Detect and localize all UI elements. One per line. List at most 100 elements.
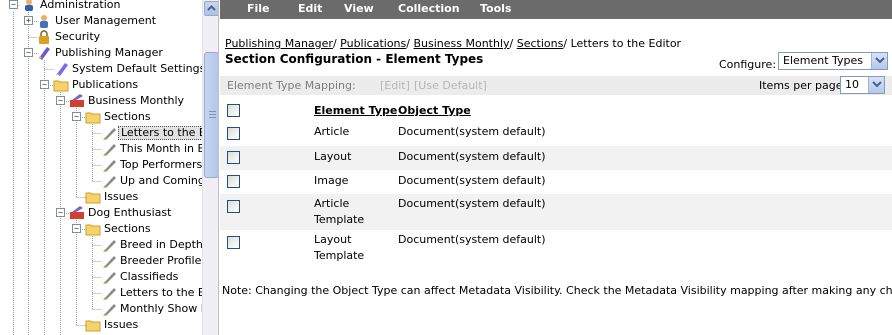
tree-node-up-and-coming[interactable]: Up and Coming xyxy=(0,173,202,189)
scroll-thumb[interactable] xyxy=(204,52,218,178)
breadcrumb-separator: / xyxy=(509,37,514,50)
object-type-cell[interactable]: Document(system default) xyxy=(398,173,546,189)
object-type-cell[interactable]: Document(system default) xyxy=(398,232,546,248)
tree-node-letters-to-the-editor[interactable]: Letters to the E xyxy=(0,125,202,141)
tree-node-label: Sections xyxy=(104,222,151,235)
user-icon xyxy=(40,15,48,28)
tree-node-label: Publications xyxy=(72,78,139,91)
tree-node-dog-enthusiast[interactable]: − Dog Enthusiast xyxy=(0,205,202,221)
row-checkbox[interactable] xyxy=(227,175,240,188)
scroll-up-button[interactable] xyxy=(204,1,218,16)
navigation-tree-panel: − Administration + User Management Secur… xyxy=(0,0,219,335)
table-row: Layout Template Document(system default) xyxy=(220,230,892,266)
object-type-cell[interactable]: Document(system default) xyxy=(398,196,546,212)
collapse-icon[interactable]: − xyxy=(24,48,33,57)
collapse-icon[interactable]: − xyxy=(9,0,18,9)
element-type-cell: Article xyxy=(314,197,350,210)
tree-node-label: Breed in Depth xyxy=(120,238,202,251)
items-per-page-dropdown[interactable]: 10 xyxy=(840,76,885,94)
expand-icon[interactable]: + xyxy=(24,16,33,25)
breadcrumb-publications[interactable]: Publications xyxy=(340,37,406,50)
row-checkbox[interactable] xyxy=(227,236,240,249)
tree-node-label: Top Performers xyxy=(120,158,202,171)
breadcrumb-separator: / xyxy=(332,37,337,50)
tree-node-sections[interactable]: − Sections xyxy=(0,221,202,237)
section-icon xyxy=(103,256,116,268)
tree-node-breeder-profile[interactable]: Breeder Profile xyxy=(0,253,202,269)
grip-line xyxy=(209,117,216,118)
collapse-icon[interactable]: − xyxy=(56,96,65,105)
menu-view[interactable]: View xyxy=(344,2,374,16)
chevron-down-icon xyxy=(875,57,885,64)
collapse-icon[interactable]: − xyxy=(72,224,81,233)
column-header-object-type[interactable]: Object Type xyxy=(398,104,471,117)
tree-node-publishing-manager[interactable]: − Publishing Manager xyxy=(0,45,202,61)
menu-edit[interactable]: Edit xyxy=(298,2,322,16)
row-checkbox[interactable] xyxy=(227,200,240,213)
use-default-link[interactable]: [Use Default] xyxy=(414,79,487,92)
row-checkbox[interactable] xyxy=(227,151,240,164)
section-icon xyxy=(103,128,116,140)
tree-node-administration[interactable]: − Administration xyxy=(0,0,202,13)
tree-node-system-default-settings[interactable]: System Default Settings xyxy=(0,61,202,77)
tree-node-label: Up and Coming xyxy=(120,174,202,187)
table-row: Image Document(system default) xyxy=(220,170,892,194)
tree-node-label: Dog Enthusiast xyxy=(88,206,172,219)
element-type-cell: Image xyxy=(314,174,349,187)
chevron-down-icon xyxy=(872,81,882,88)
menu-tools[interactable]: Tools xyxy=(480,2,511,16)
configure-dropdown[interactable]: Element Types xyxy=(778,52,888,70)
select-all-checkbox[interactable] xyxy=(227,104,240,117)
tree-node-user-management[interactable]: + User Management xyxy=(0,13,202,29)
tree-node-classifieds[interactable]: Classifieds xyxy=(0,269,202,285)
table-row: Article Template Document(system default… xyxy=(220,194,892,230)
breadcrumb-business-monthly[interactable]: Business Monthly xyxy=(413,37,509,50)
tree-node-sections[interactable]: − Sections xyxy=(0,109,202,125)
tree-node-label: Business Monthly xyxy=(88,94,185,107)
column-header-element-type[interactable]: Element Type xyxy=(314,104,397,117)
publication-icon xyxy=(70,94,84,107)
breadcrumb-separator: / xyxy=(563,37,568,50)
collapse-icon[interactable]: − xyxy=(72,112,81,121)
element-type-cell: Template xyxy=(314,213,365,226)
dropdown-button[interactable] xyxy=(871,53,887,69)
element-type-cell: Layout xyxy=(314,150,352,163)
tree-node-label: Publishing Manager xyxy=(55,46,163,59)
breadcrumb-sections[interactable]: Sections xyxy=(517,37,564,50)
items-per-page-label: Items per page: xyxy=(759,79,847,92)
tree-node-label: Sections xyxy=(104,110,151,123)
edit-mapping-link[interactable]: [Edit] xyxy=(380,79,410,92)
tree-node-label: Administration xyxy=(40,0,121,11)
section-icon xyxy=(103,304,116,316)
menu-collection[interactable]: Collection xyxy=(398,2,460,16)
tree-node-monthly-show-report[interactable]: Monthly Show Re xyxy=(0,301,202,317)
folder-icon xyxy=(85,192,101,204)
configure-label: Configure: xyxy=(719,58,777,71)
breadcrumb-publishing-manager[interactable]: Publishing Manager xyxy=(225,37,333,50)
tree-vertical-scrollbar[interactable] xyxy=(202,0,218,335)
tree-node-this-month[interactable]: This Month in Bu xyxy=(0,141,202,157)
tree-node-publications[interactable]: − Publications xyxy=(0,77,202,93)
section-icon xyxy=(103,240,116,252)
tree-node-letters-to-the-editor[interactable]: Letters to the E xyxy=(0,285,202,301)
row-checkbox[interactable] xyxy=(227,127,240,140)
admin-icon xyxy=(25,0,33,11)
section-icon xyxy=(103,160,116,172)
publishing-icon xyxy=(38,47,50,60)
tree-node-security[interactable]: Security xyxy=(0,29,202,45)
tree-node-top-performers[interactable]: Top Performers xyxy=(0,157,202,173)
tree-node-label: Letters to the E xyxy=(118,126,202,140)
collapse-icon[interactable]: − xyxy=(56,208,65,217)
element-type-cell: Article xyxy=(314,125,350,138)
tree-node-breed-in-depth[interactable]: Breed in Depth xyxy=(0,237,202,253)
tree-node-business-monthly[interactable]: − Business Monthly xyxy=(0,93,202,109)
dropdown-button[interactable] xyxy=(868,77,884,93)
tree-node-label: Classifieds xyxy=(120,270,179,283)
menu-file[interactable]: File xyxy=(247,2,270,16)
publication-icon xyxy=(70,206,84,219)
object-type-cell[interactable]: Document(system default) xyxy=(398,124,546,140)
tree-node-issues[interactable]: Issues xyxy=(0,317,202,333)
tree-node-issues[interactable]: Issues xyxy=(0,189,202,205)
object-type-cell[interactable]: Document(system default) xyxy=(398,149,546,165)
collapse-icon[interactable]: − xyxy=(40,80,49,89)
